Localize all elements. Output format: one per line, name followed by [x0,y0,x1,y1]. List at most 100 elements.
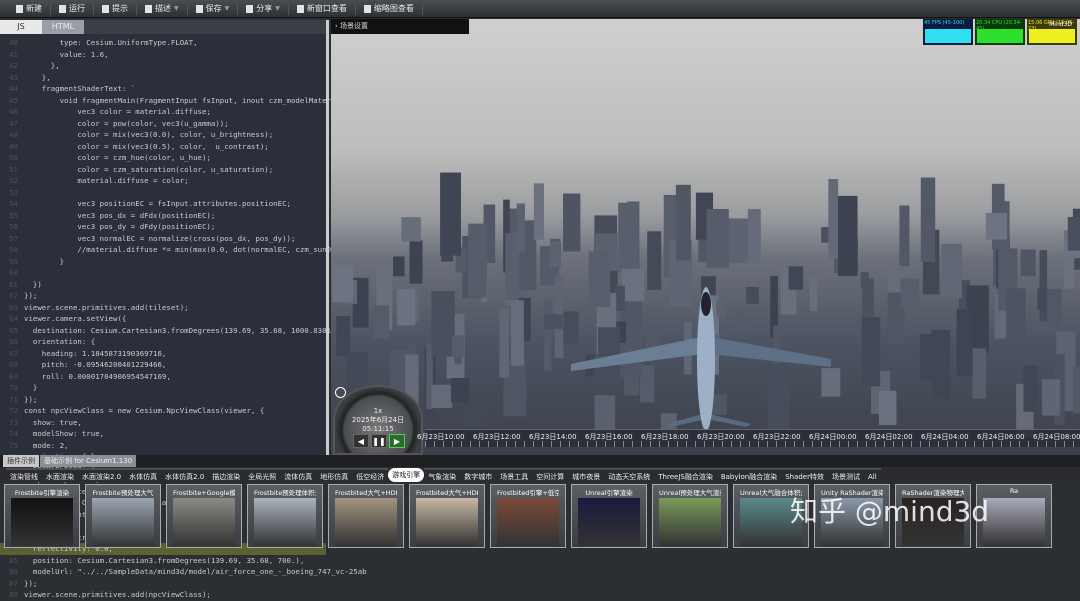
category-item[interactable]: 水体仿真2.0 [161,468,209,482]
toolbar-button-5[interactable]: 分享 ▼ [238,2,289,15]
3d-viewer[interactable]: › 场景设置 45 FPS (45-100) 20.34 CPU (20.34-4… [331,19,1080,455]
code-text: void fragmentMain(FragmentInput fsInput,… [24,95,367,105]
category-item[interactable]: 地形仿真 [316,468,353,482]
category-item[interactable]: 数字城市 [460,468,497,482]
category-item[interactable]: Shader特效 [781,468,828,482]
clock-speed: 1x [373,407,383,415]
thumbnail-title: Frostbite预处理大气 [92,489,154,497]
code-text: modelShow: true, [24,429,105,438]
tab-js[interactable]: JS [0,20,42,34]
category-item[interactable]: 场景测试 [828,468,864,482]
example-tabs: 插件示例 基础示例 for Cesium1.130 [0,455,1080,467]
category-item[interactable]: 水体仿真 [125,468,162,482]
category-item[interactable]: 场景工具 [496,468,533,482]
code-text: color = czm_hue(color, u_hue); [24,153,211,162]
toolbar-button-3[interactable]: 描述 ▼ [137,2,188,15]
category-item[interactable]: ThreeJS融合渲染 [654,468,717,482]
example-thumbnail[interactable]: Unreal预处理大气渲染 [652,484,728,548]
line-number: 69 [9,371,18,381]
example-thumbnail[interactable]: Frostbited引擎+低空场景 [490,484,566,548]
example-thumbnail[interactable]: Unreal引擎渲染 [571,484,647,548]
line-number: 87 [9,578,18,588]
code-tabs: JS HTML [0,20,326,34]
reverse-button[interactable]: ◀ [353,434,369,448]
tab-html[interactable]: HTML [42,20,84,34]
toolbar-label: 分享 [256,4,273,13]
toolbar-label: 运行 [69,4,85,13]
category-item[interactable]: All [864,468,881,482]
thumbnail-image [659,498,721,546]
category-item[interactable]: 渲染管线 [6,468,42,482]
code-line: 48 color = mix(vec3(0.0), color, u_brigh… [0,129,326,141]
example-thumbnail[interactable]: Frostbite预处理大气 [85,484,161,548]
line-number: 75 [9,440,18,450]
thumbnail-image [578,498,640,546]
code-line: 88 viewer.scene.primitives.add(npcViewCla… [0,589,326,601]
toolbar-button-4[interactable]: 保存 ▼ [188,2,239,15]
toolbar-button-2[interactable]: 提示 [94,2,137,15]
line-number: 57 [9,233,18,243]
toolbar-label: 提示 [112,4,128,13]
category-item[interactable]: 城市夜景 [568,468,605,482]
category-item[interactable]: 水面渲染 [42,468,78,482]
example-thumbnail[interactable]: Frostbited大气+HDR镜头光斑 [409,484,485,548]
line-number: 60 [9,268,18,277]
line-number: 47 [9,118,18,128]
toolbar-button-0[interactable]: 新建 [8,2,51,15]
line-number: 72 [9,406,18,415]
line-number: 56 [9,222,18,231]
thumbnail-image [92,498,154,546]
thumbnail-title: Frostbited引擎+低空场景 [497,489,559,497]
code-line: 40 type: Cesium.UniformType.FLOAT, [0,37,326,49]
code-line: 61 }) [0,279,326,291]
thumbnail-title: Frostbite+Google模拟飞行 [173,489,235,497]
category-item[interactable]: 水面渲染2.0 [78,468,126,482]
example-thumbnail[interactable]: Frostbite+Google模拟飞行 [166,484,242,548]
airplane [571,287,831,431]
category-item[interactable]: 游戏引擎 [388,468,425,482]
scene-settings-toggle[interactable]: › 场景设置 [331,19,469,34]
timeline-label: 6月23日16:00 [585,433,633,441]
toolbar-icon [296,4,304,13]
example-thumbnail[interactable]: Frostbite引擎渲染 [4,484,80,548]
category-item[interactable]: 动态天空系统 [604,468,655,482]
code-text: vec3 normalEC = normalize(cross(pos_dx, … [24,233,296,243]
code-text: pitch: -0.09546200401229466, [24,360,167,369]
code-line: 64 viewer.camera.setView({ [0,313,326,325]
line-number: 65 [9,325,18,335]
category-item[interactable]: 流体仿真 [280,468,317,482]
tab-basic-examples[interactable]: 基础示例 for Cesium1.130 [40,455,137,467]
toolbar-label: 新建 [26,4,42,13]
category-item[interactable]: 空间计算 [532,468,569,482]
category-item[interactable]: Babylon融合渲染 [716,468,782,482]
category-item[interactable]: 描边渲染 [208,468,245,482]
code-text: color = mix(vec3(0.0), color, u_brightne… [24,130,274,139]
line-number: 64 [9,314,18,323]
line-number: 55 [9,210,18,220]
stat-graph [977,29,1023,43]
code-text: }); [24,291,38,300]
example-thumbnail[interactable]: Frostbite预处理体积云 [247,484,323,548]
code-line: 52 material.diffuse = color; [0,175,326,187]
stat-graph [1029,29,1075,43]
example-thumbnail[interactable]: Frostbited大气+HDR曝光 [328,484,404,548]
category-item[interactable]: 全局光照 [244,468,281,482]
line-number: 86 [9,567,18,576]
code-text: position: Cesium.Cartesian3.fromDegrees(… [24,555,305,565]
line-number: 42 [9,61,18,70]
line-number: 54 [9,199,18,208]
code-line: 43 }, [0,72,326,84]
category-item[interactable]: 气象渲染 [424,468,461,482]
timeline[interactable]: 6月23日10:00 6月23日12:00 6月23日14:00 6月23日16:00… [417,429,1080,447]
toolbar-button-1[interactable]: 运行 [51,2,94,15]
tab-plugin-examples[interactable]: 插件示例 [3,455,39,467]
code-text: }); [24,394,38,404]
chevron-down-icon: ▼ [224,5,230,12]
category-item[interactable]: 低空经济 [352,468,389,482]
pause-button[interactable]: ❚❚ [371,434,387,448]
play-button[interactable]: ▶ [389,434,405,448]
toolbar-button-6[interactable]: 新窗口查看 [289,2,356,15]
toolbar-icon [59,4,66,13]
toolbar-button-7[interactable]: 缩略图查看 [356,2,423,15]
code-text: }, [24,72,51,82]
